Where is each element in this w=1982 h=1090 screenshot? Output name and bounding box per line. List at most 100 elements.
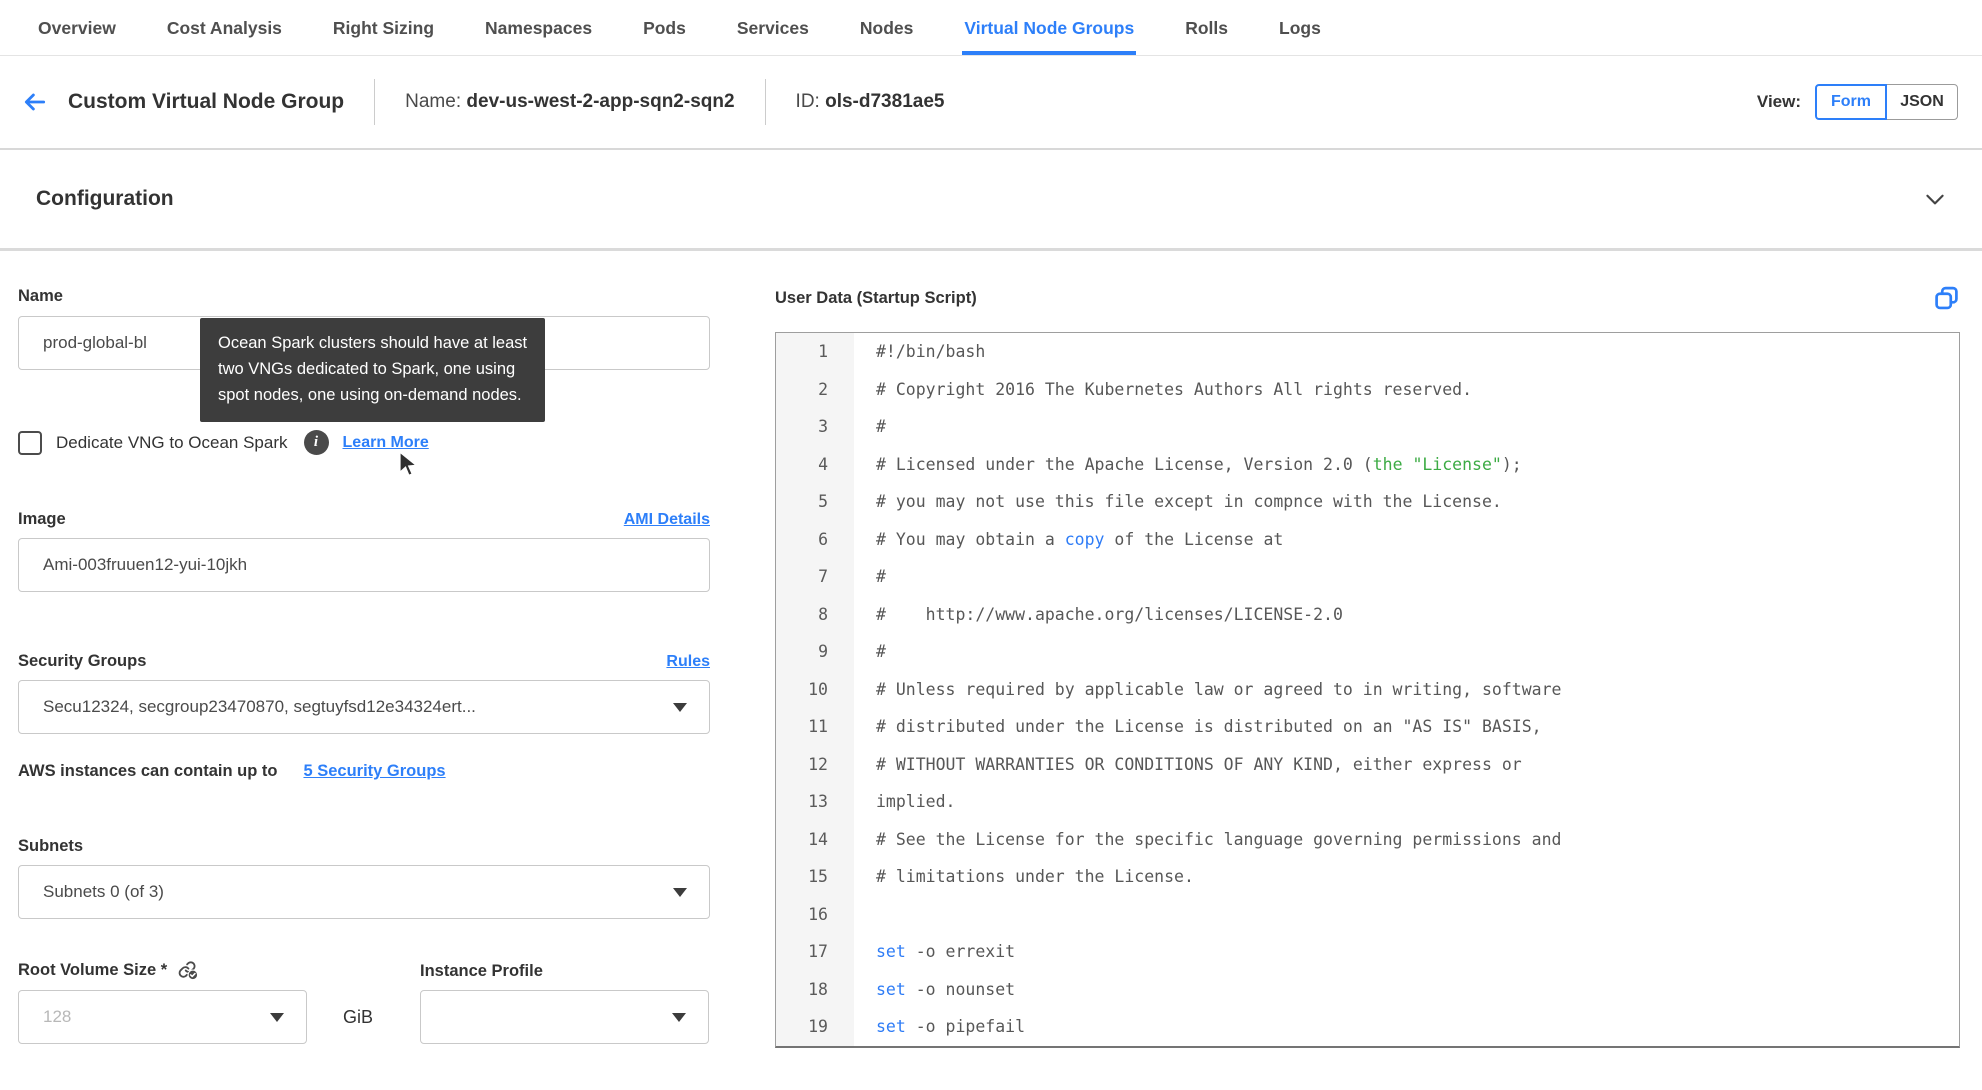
- line-number: 14: [776, 820, 854, 858]
- copy-button[interactable]: [1933, 285, 1960, 312]
- page-header: Custom Virtual Node Group Name: dev-us-w…: [0, 56, 1982, 148]
- view-toggle: Form JSON: [1815, 84, 1958, 120]
- code-line: 5 # you may not use this file except in c…: [776, 483, 1959, 521]
- root-volume-size-dropdown[interactable]: 128: [18, 990, 307, 1044]
- tab-overview[interactable]: Overview: [36, 18, 118, 55]
- code-text: # you may not use this file except in co…: [876, 492, 1502, 511]
- security-groups-dropdown[interactable]: Secu12324, secgroup23470870, segtuyfsd12…: [18, 680, 710, 734]
- line-number: 10: [776, 670, 854, 708]
- line-number: 15: [776, 858, 854, 896]
- learn-more-link[interactable]: Learn More: [343, 434, 429, 452]
- ami-details-link[interactable]: AMI Details: [624, 511, 710, 529]
- code-line: 8 # http://www.apache.org/licenses/LICENS…: [776, 595, 1959, 633]
- code-text: #!/bin/bash: [876, 342, 986, 361]
- caret-down-icon: [270, 1012, 284, 1022]
- user-data-column: User Data (Startup Script) 1 #!/bin/bash 2…: [775, 251, 1960, 1048]
- code-text: #: [876, 417, 886, 436]
- code-text: #: [876, 642, 886, 661]
- code-text: # You may obtain a copy of the License a…: [876, 529, 1284, 549]
- subnets-dropdown[interactable]: Subnets 0 (of 3): [18, 865, 710, 919]
- line-number: 12: [776, 745, 854, 783]
- tab-services[interactable]: Services: [735, 18, 811, 55]
- ocean-spark-tooltip: Ocean Spark clusters should have at leas…: [200, 318, 546, 423]
- dedicate-vng-checkbox[interactable]: [18, 430, 42, 455]
- line-number: 18: [776, 970, 854, 1008]
- page-title: Custom Virtual Node Group: [68, 90, 345, 113]
- instance-profile-label: Instance Profile: [420, 962, 543, 980]
- tab-right-sizing[interactable]: Right Sizing: [331, 18, 436, 55]
- code-line: 3 #: [776, 408, 1959, 446]
- code-text: # Copyright 2016 The Kubernetes Authors …: [876, 379, 1473, 399]
- security-groups-hint-text: AWS instances can contain up to: [18, 762, 278, 780]
- name-label: Name: [18, 287, 63, 305]
- tab-rolls[interactable]: Rolls: [1183, 18, 1230, 55]
- info-icon[interactable]: i: [303, 430, 329, 455]
- line-number: 7: [776, 558, 854, 596]
- code-line: 13 implied.: [776, 783, 1959, 821]
- code-text: # limitations under the License.: [876, 867, 1194, 886]
- gib-unit-label: GiB: [343, 1007, 374, 1027]
- code-line: 14 # See the License for the specific lan…: [776, 820, 1959, 858]
- user-data-title: User Data (Startup Script): [775, 289, 977, 307]
- code-line: 19 set -o pipefail: [776, 1008, 1959, 1046]
- root-volume-group: Root Volume Size * 128: [18, 959, 307, 1044]
- root-volume-size-placeholder: 128: [43, 1007, 72, 1026]
- caret-down-icon: [672, 1012, 687, 1022]
- code-line: 12 # WITHOUT WARRANTIES OR CONDITIONS OF …: [776, 745, 1959, 783]
- security-groups-label: Security Groups: [18, 652, 147, 670]
- line-number: 3: [776, 408, 854, 446]
- code-line: 18 set -o nounset: [776, 970, 1959, 1008]
- line-number: 19: [776, 1008, 854, 1046]
- link-icon: [177, 959, 199, 981]
- tab-logs[interactable]: Logs: [1277, 18, 1323, 55]
- five-security-groups-link[interactable]: 5 Security Groups: [303, 762, 445, 781]
- line-number: 6: [776, 520, 854, 558]
- code-text: # See the License for the specific langu…: [876, 829, 1562, 849]
- code-editor[interactable]: 1 #!/bin/bash 2 # Copyright 2016 The Kubern…: [775, 332, 1960, 1048]
- tab-nodes[interactable]: Nodes: [858, 18, 915, 55]
- tab-bar: Overview Cost Analysis Right Sizing Namespa…: [0, 0, 1982, 56]
- code-line: 11 # distributed under the License is dis…: [776, 708, 1959, 746]
- rules-link[interactable]: Rules: [666, 653, 710, 671]
- view-label: View:: [1756, 92, 1801, 111]
- tab-pods[interactable]: Pods: [641, 18, 688, 55]
- line-number: 4: [776, 445, 854, 483]
- copy-icon: [1933, 285, 1960, 312]
- line-number: 16: [776, 895, 854, 933]
- arrow-left-icon: [20, 89, 50, 115]
- instance-profile-dropdown[interactable]: [420, 990, 710, 1044]
- view-form-button[interactable]: Form: [1815, 84, 1887, 120]
- line-number: 11: [776, 708, 854, 746]
- line-number: 5: [776, 483, 854, 521]
- divider: [374, 79, 376, 125]
- tab-namespaces[interactable]: Namespaces: [483, 18, 594, 55]
- tab-virtual-node-groups[interactable]: Virtual Node Groups: [962, 18, 1137, 55]
- tab-cost-analysis[interactable]: Cost Analysis: [165, 18, 284, 55]
- line-number: 8: [776, 595, 854, 633]
- code-text: # WITHOUT WARRANTIES OR CONDITIONS OF AN…: [876, 754, 1522, 774]
- line-number: 17: [776, 933, 854, 971]
- line-number: 13: [776, 783, 854, 821]
- image-input[interactable]: [18, 538, 710, 592]
- code-text: set -o errexit: [876, 942, 1016, 961]
- configuration-body: Name Ocean Spark clusters should have at…: [0, 251, 1982, 1048]
- code-line: 16: [776, 895, 1959, 934]
- divider: [764, 79, 766, 125]
- back-button[interactable]: [20, 89, 50, 115]
- dedicate-vng-label: Dedicate VNG to Ocean Spark: [56, 432, 288, 452]
- code-text: set -o nounset: [876, 979, 1016, 999]
- code-line: 7 #: [776, 558, 1959, 596]
- view-json-button[interactable]: JSON: [1886, 84, 1958, 120]
- image-label-row: Image AMI Details: [18, 510, 710, 529]
- security-groups-hint: AWS instances can contain up to 5 Securi…: [18, 762, 710, 781]
- code-text: # distributed under the License is distr…: [876, 717, 1542, 736]
- collapse-section-button[interactable]: [1918, 182, 1952, 216]
- code-text: # http://www.apache.org/licenses/LICENSE…: [876, 604, 1343, 624]
- instance-profile-group: Instance Profile: [420, 962, 710, 1044]
- configuration-section-header: Configuration: [0, 150, 1982, 248]
- code-line: 1 #!/bin/bash: [776, 333, 1959, 371]
- code-line: 10 # Unless required by applicable law or…: [776, 670, 1959, 708]
- code-text: # Licensed under the Apache License, Ver…: [876, 454, 1522, 474]
- code-line: 9 #: [776, 633, 1959, 671]
